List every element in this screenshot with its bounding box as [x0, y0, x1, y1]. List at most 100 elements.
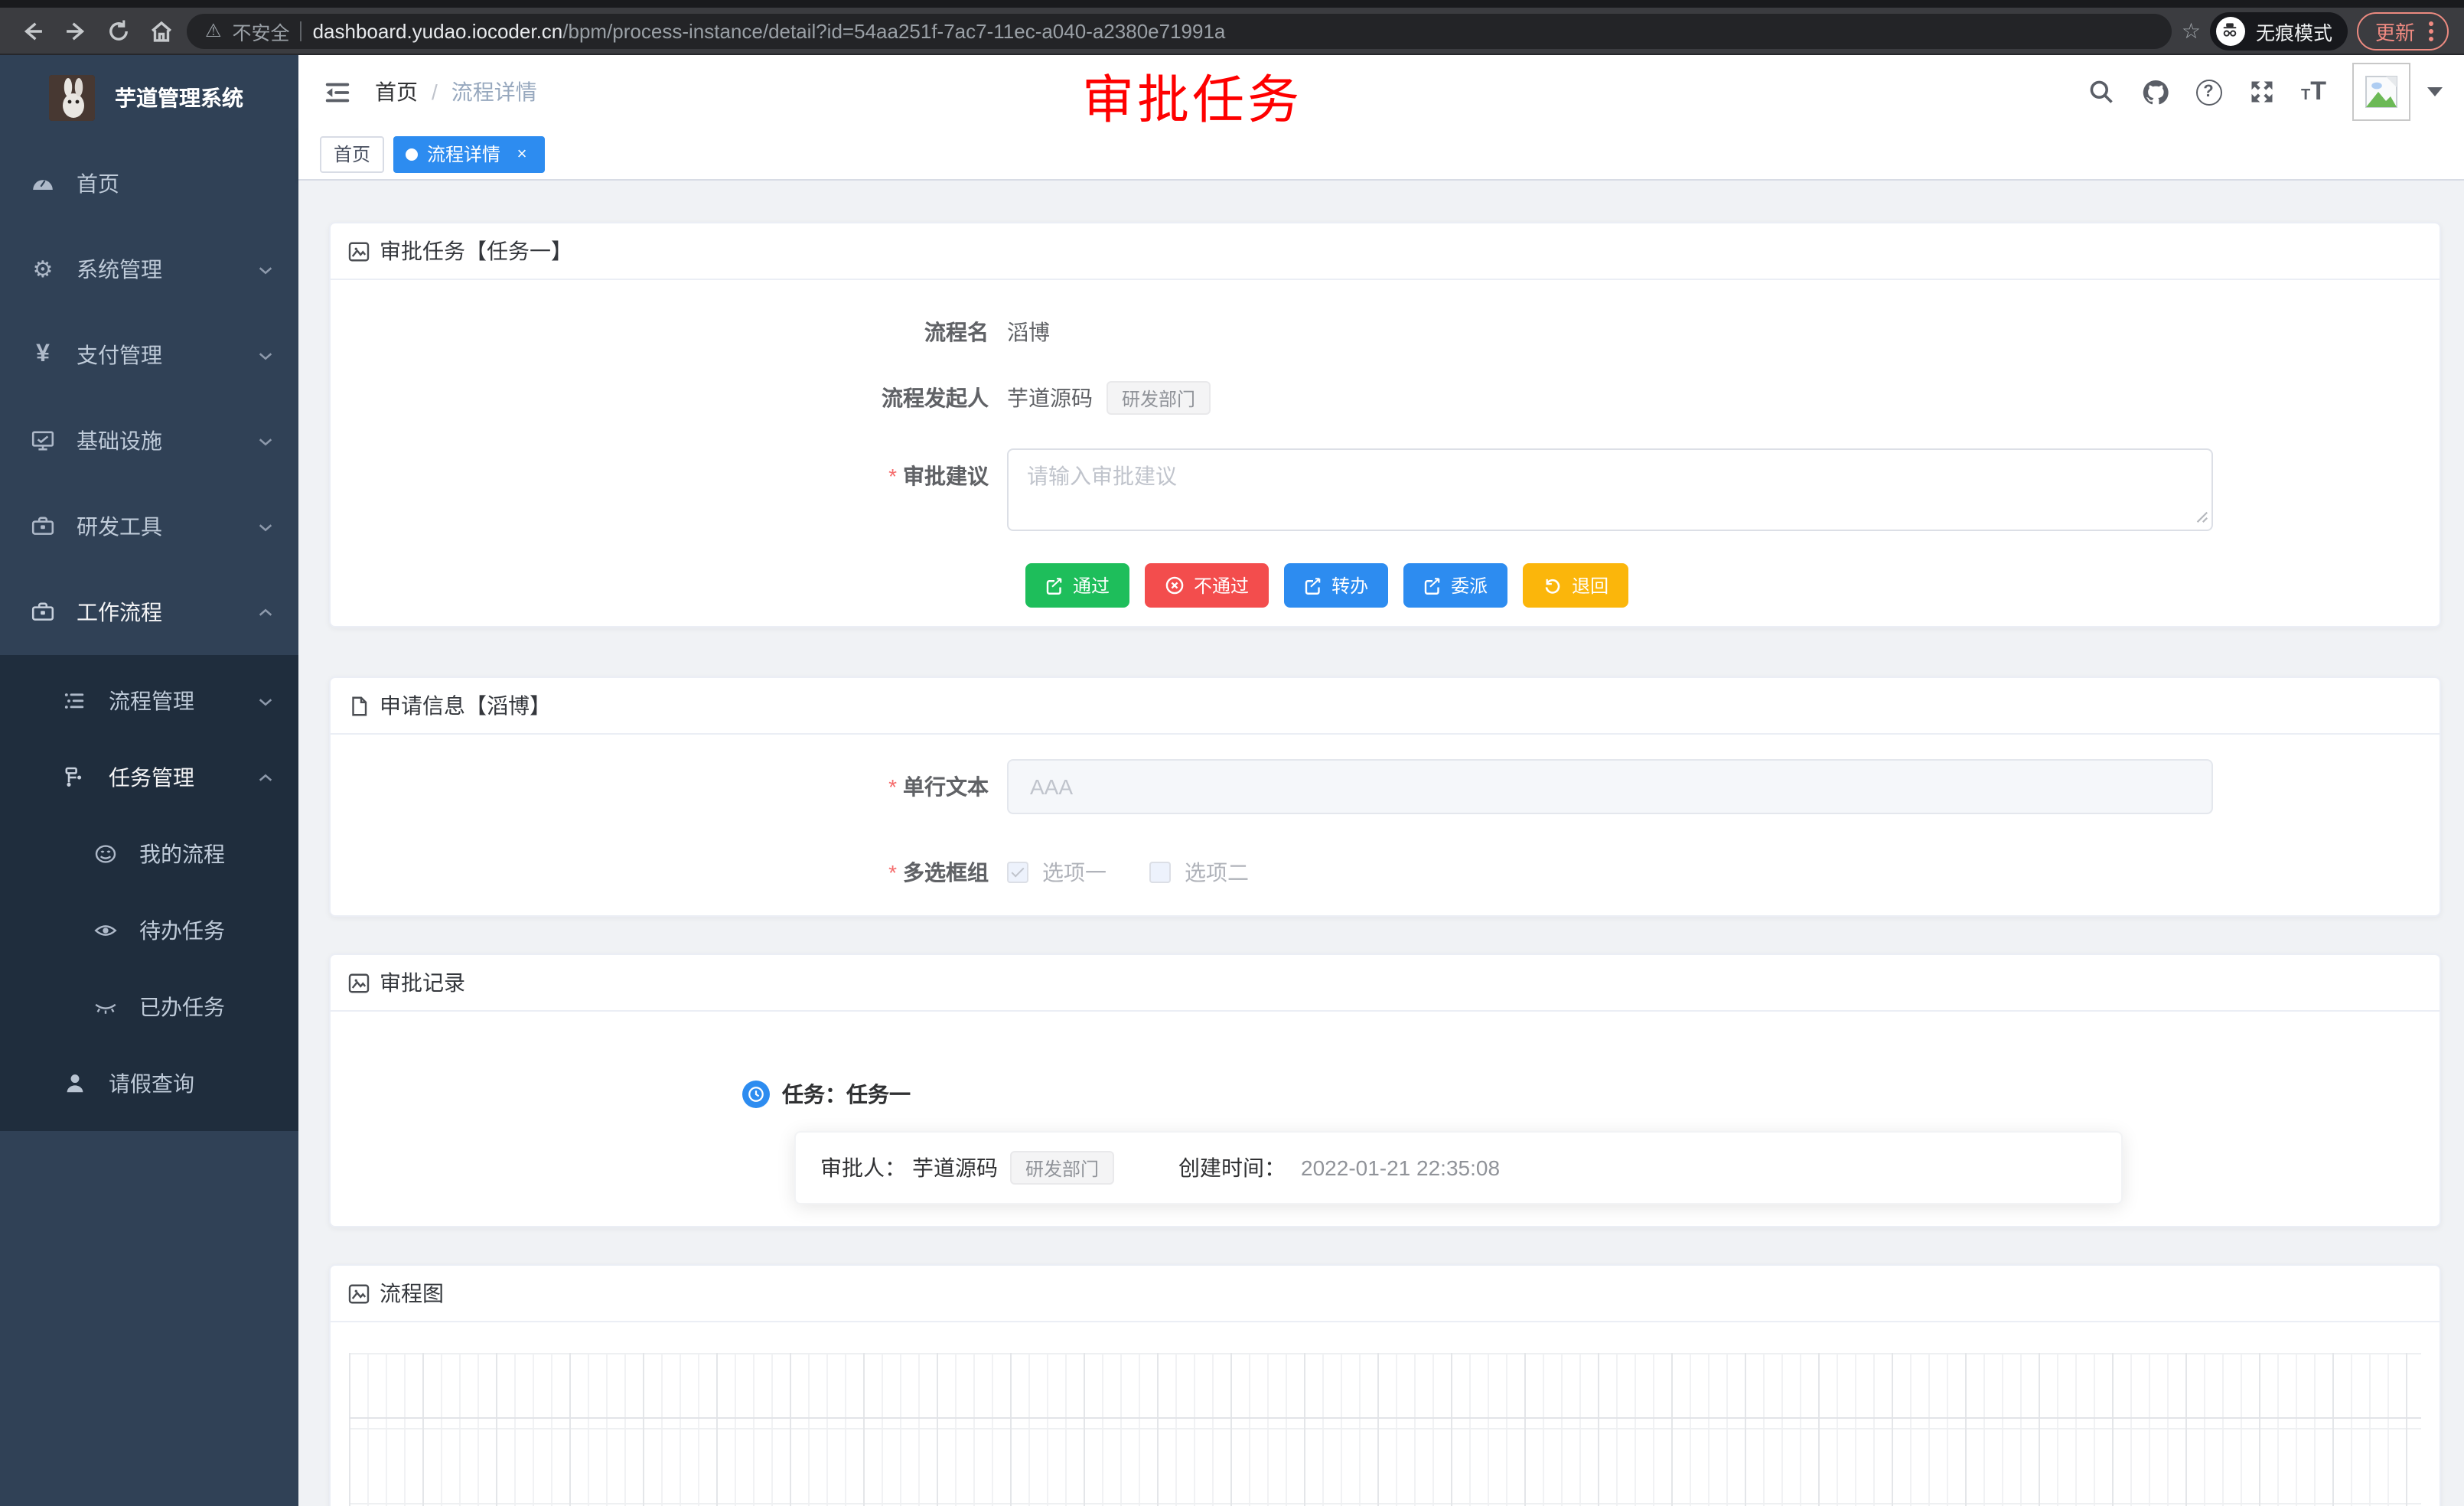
suggest-textarea[interactable] — [1007, 448, 2213, 531]
avatar-caret-icon[interactable] — [2427, 87, 2443, 96]
approval-card-title: 审批任务【任务一】 — [380, 236, 572, 266]
url-text: dashboard.yudao.iocoder.cn/bpm/process-i… — [313, 19, 1226, 42]
checkbox-option-2: 选项二 — [1149, 857, 1249, 888]
application-info-card: 申请信息【滔博】 *单行文本 *多选框组 选项一 — [329, 676, 2441, 917]
record-detail-card: 审批人：芋道源码 研发部门 创建时间： 2022-01-21 22:35:08 — [794, 1131, 2123, 1204]
suggest-row: *审批建议 — [361, 448, 2409, 539]
forward-icon[interactable] — [58, 14, 92, 47]
resize-grip-icon[interactable] — [2195, 504, 2208, 531]
workflow-submenu: 流程管理 任务管理 我的流程 — [0, 655, 298, 1131]
sidebar-item-process-mgmt[interactable]: 流程管理 — [0, 663, 298, 739]
app-navbar: 首页 / 流程详情 审批任务 TT — [298, 55, 2464, 129]
process-name-row: 流程名 滔博 — [361, 317, 2409, 347]
sidebar-collapse-icon[interactable] — [320, 75, 354, 109]
diagram-body — [331, 1322, 2440, 1506]
breadcrumb: 首页 / 流程详情 — [375, 77, 537, 107]
toolbox-icon — [31, 600, 55, 624]
active-dot-icon — [406, 148, 418, 160]
main-area: 首页 / 流程详情 审批任务 TT — [298, 55, 2464, 1506]
breadcrumb-home[interactable]: 首页 — [375, 77, 418, 107]
browser-update-button[interactable]: 更新 — [2357, 11, 2449, 50]
sidebar-item-workflow[interactable]: 工作流程 — [0, 569, 298, 655]
sidebar-item-system[interactable]: ⚙ 系统管理 — [0, 227, 298, 312]
approval-card-header: 审批任务【任务一】 — [331, 223, 2440, 280]
approve-button[interactable]: 通过 — [1025, 563, 1129, 608]
single-line-text-input — [1007, 759, 2213, 814]
chevron-up-icon — [257, 769, 274, 786]
assignee-value: 芋道源码 — [912, 1152, 998, 1183]
app-frame: 芋道管理系统 首页 ⚙ 系统管理 ¥ 支付管理 — [0, 55, 2464, 1506]
created-time-segment: 创建时间： 2022-01-21 22:35:08 — [1178, 1152, 1500, 1183]
user-icon — [63, 1071, 87, 1096]
home-icon[interactable] — [144, 14, 178, 47]
sidebar-item-my-process[interactable]: 我的流程 — [0, 816, 298, 892]
sidebar-logo-row[interactable]: 芋道管理系统 — [0, 55, 298, 141]
checkbox-group: 选项一 选项二 — [1007, 857, 1249, 888]
chevron-down-icon — [257, 261, 274, 278]
file-icon — [347, 694, 370, 717]
security-label: 不安全 — [233, 16, 290, 45]
clock-icon — [742, 1081, 770, 1108]
assignee-segment: 审批人：芋道源码 研发部门 — [820, 1151, 1114, 1185]
reject-button[interactable]: 不通过 — [1145, 563, 1269, 608]
transfer-button[interactable]: 转办 — [1284, 563, 1388, 608]
help-icon[interactable] — [2195, 79, 2221, 105]
process-name-value: 滔博 — [1007, 317, 1050, 347]
task-row: 任务：任务一 — [361, 1079, 2409, 1110]
sidebar-item-pay[interactable]: ¥ 支付管理 — [0, 312, 298, 398]
url-bar[interactable]: ⚠ 不安全 dashboard.yudao.iocoder.cn/bpm/pro… — [187, 13, 2172, 48]
diagram-card-header: 流程图 — [331, 1266, 2440, 1322]
sidebar-item-home[interactable]: 首页 — [0, 141, 298, 227]
breadcrumb-separator: / — [432, 80, 438, 104]
return-button[interactable]: 退回 — [1523, 563, 1628, 608]
github-icon[interactable] — [2140, 77, 2169, 106]
app-logo — [49, 75, 95, 121]
chevron-down-icon — [257, 347, 274, 363]
sidebar-item-devtools[interactable]: 研发工具 — [0, 484, 298, 569]
reload-icon[interactable] — [101, 14, 135, 47]
approval-actions: 通过 不通过 转办 委 — [1025, 563, 2409, 608]
application-card-title: 申请信息【滔博】 — [380, 690, 551, 721]
gear-icon: ⚙ — [31, 257, 55, 282]
search-icon[interactable] — [2087, 78, 2114, 106]
tag-home[interactable]: 首页 — [320, 135, 384, 172]
eye-icon — [93, 918, 118, 943]
sidebar-item-task-mgmt[interactable]: 任务管理 — [0, 739, 298, 816]
close-icon[interactable] — [511, 143, 533, 165]
chevron-down-icon — [257, 518, 274, 535]
bookmark-star-icon[interactable]: ☆ — [2182, 18, 2201, 44]
delegate-button[interactable]: 委派 — [1403, 563, 1507, 608]
incognito-icon — [2216, 16, 2245, 45]
checkbox-unchecked-icon — [1149, 862, 1171, 883]
robot-face-icon — [93, 842, 118, 866]
back-icon[interactable] — [15, 14, 49, 47]
suggest-label: *审批建议 — [361, 448, 1007, 491]
browser-tabstrip — [0, 0, 2464, 8]
required-asterisk: * — [888, 774, 897, 799]
url-path: /bpm/process-instance/detail?id=54aa251f… — [562, 19, 1225, 42]
list-tree-icon — [63, 689, 87, 713]
font-size-icon[interactable]: TT — [2301, 77, 2326, 107]
approval-record-card: 审批记录 任务：任务一 审批人：芋道源码 研发部门 — [329, 953, 2441, 1227]
app-title: 芋道管理系统 — [115, 83, 243, 113]
checkbox-checked-icon — [1007, 862, 1028, 883]
chevron-up-icon — [257, 604, 274, 621]
incognito-label: 无痕模式 — [2256, 16, 2332, 45]
breadcrumb-current: 流程详情 — [451, 77, 537, 107]
fullscreen-icon[interactable] — [2247, 78, 2275, 106]
monitor-icon — [31, 429, 55, 453]
sidebar-item-done-tasks[interactable]: 已办任务 — [0, 969, 298, 1045]
sidebar-menu: 首页 ⚙ 系统管理 ¥ 支付管理 基础设施 — [0, 141, 298, 1131]
tag-process-detail[interactable]: 流程详情 — [393, 135, 545, 172]
browser-menu-icon[interactable] — [2429, 21, 2433, 41]
bpmn-canvas-grid[interactable] — [349, 1353, 2421, 1506]
sidebar-item-leave-query[interactable]: 请假查询 — [0, 1045, 298, 1122]
annotation-approval-task: 审批任务 — [1082, 70, 1302, 133]
avatar[interactable] — [2352, 63, 2410, 121]
incognito-badge: 无痕模式 — [2210, 11, 2348, 50]
chevron-down-icon — [257, 693, 274, 709]
picture-icon — [347, 240, 370, 262]
sitemap-icon — [63, 765, 87, 790]
sidebar-item-todo-tasks[interactable]: 待办任务 — [0, 892, 298, 969]
sidebar-item-infra[interactable]: 基础设施 — [0, 398, 298, 484]
